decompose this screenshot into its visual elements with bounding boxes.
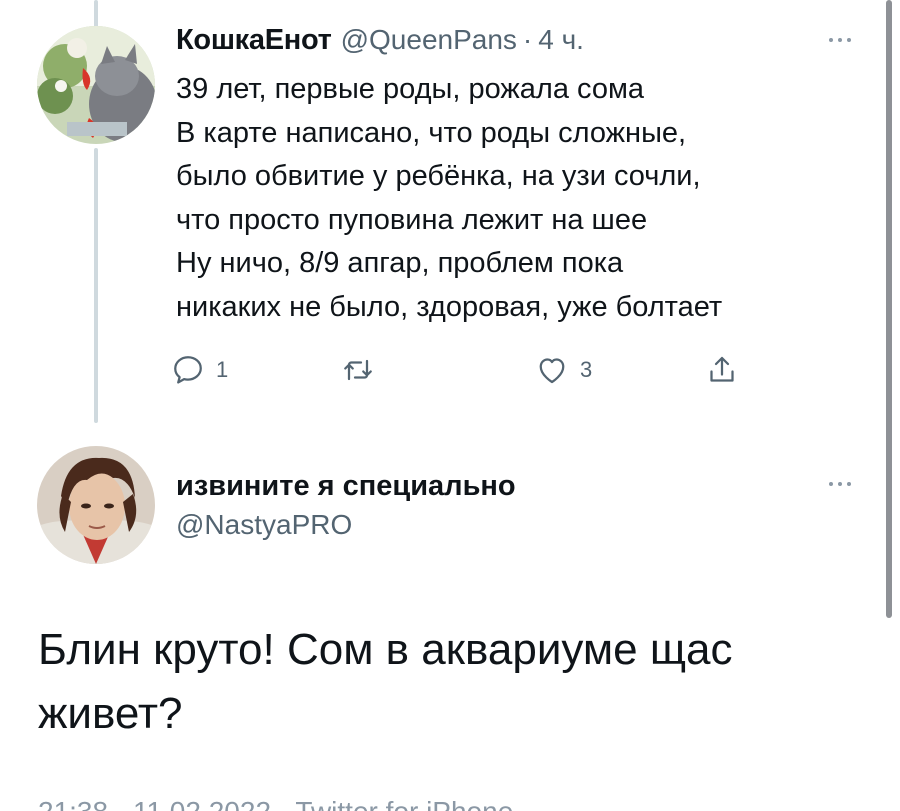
retweet-button[interactable] [340,350,386,390]
tweet-meta: 21:38 · 11.02.2022 · Twitter for iPhone [38,796,513,811]
more-icon[interactable] [818,474,862,494]
retweet-icon [344,359,372,381]
tweet-text-line: Блин круто! Сом в аквариуме щас [38,625,733,674]
reply-tweet-text: 39 лет, первые роды, рожала сома В карте… [176,68,866,329]
reply-button[interactable]: 1 [170,350,228,390]
like-icon [539,358,565,384]
reply-tweet-header: КошкаЕнот @QueenPans · 4 ч. [176,24,584,60]
author-name[interactable]: КошкаЕнот [176,24,332,57]
tweet-timestamp[interactable]: 4 ч. [538,24,584,56]
tweet-text-line: живет? [38,689,183,738]
share-button[interactable] [704,350,740,390]
main-tweet-text: Блин круто! Сом в аквариуме щас живет? [38,618,858,746]
tweet-text-line: Ну ничо, 8/9 апгар, проблем пока [176,247,624,279]
thread-connector-top [94,0,98,28]
like-count: 3 [580,357,593,382]
tweet-text-line: 39 лет, первые роды, рожала сома [176,73,645,105]
tweet-actions-bar: 1 3 [170,350,760,390]
tweet-text-line: В карте написано, что роды сложные, [176,116,687,149]
like-button[interactable]: 3 [534,350,592,390]
author-name[interactable]: извините я специально [176,470,516,503]
tweet-thread-page: КошкаЕнот @QueenPans · 4 ч. 39 лет, перв… [0,0,900,811]
avatar-nastyapro[interactable] [37,446,155,564]
thread-connector [94,148,98,423]
share-icon [710,356,734,382]
more-icon[interactable] [818,30,862,50]
separator-dot: · [522,24,533,55]
avatar-koshkaenot[interactable] [37,26,155,144]
author-handle[interactable]: @QueenPans [341,24,517,56]
tweet-text-line: было обвитие у ребёнка, на узи сочли, [176,160,701,192]
scrollbar[interactable] [886,0,892,618]
reply-count: 1 [216,357,229,382]
tweet-text-line: что просто пуповина лежит на шее [176,203,648,236]
reply-icon [174,356,202,384]
author-handle[interactable]: @NastyaPRO [176,509,352,541]
tweet-text-line: никаких не было, здоровая, уже болтает [176,290,723,323]
